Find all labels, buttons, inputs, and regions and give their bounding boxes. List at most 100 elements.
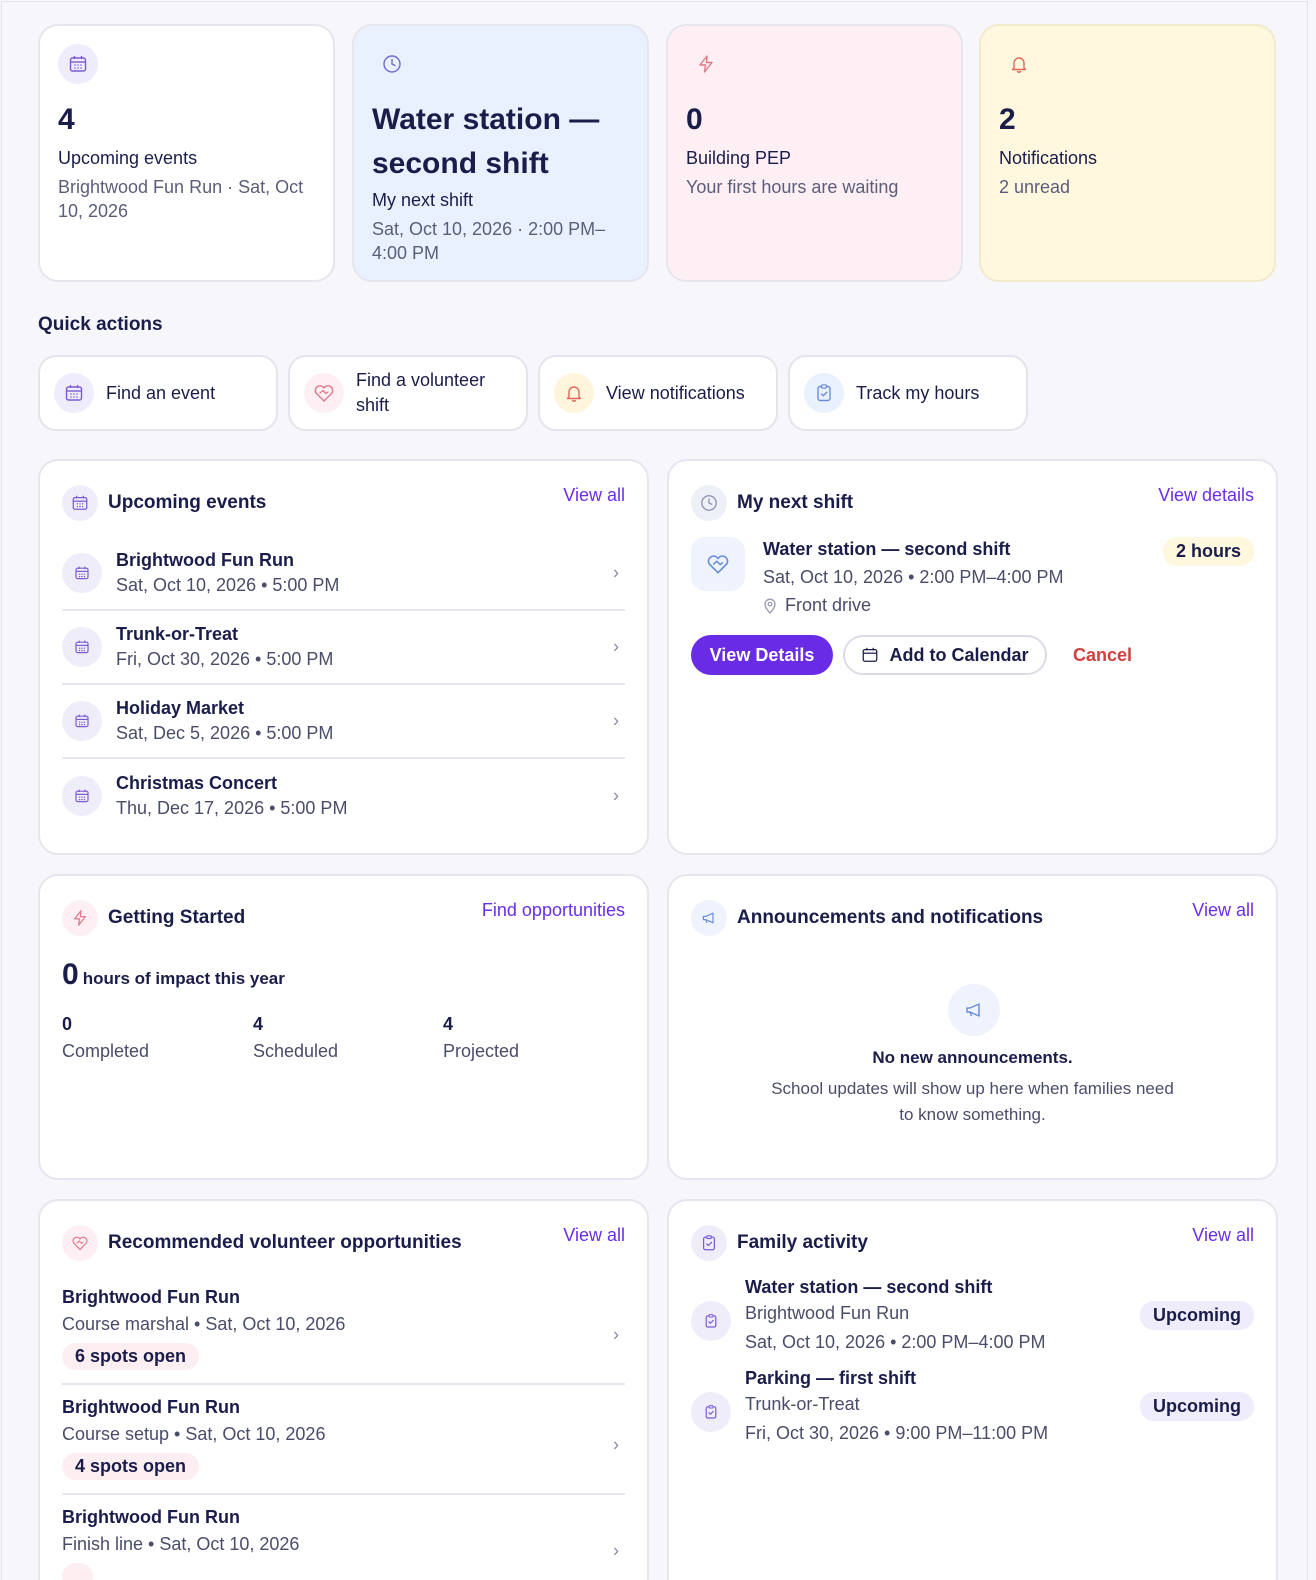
stat-value: 2: [999, 103, 1016, 136]
quick-action-label: View notifications: [606, 382, 745, 403]
opportunity-detail: Course marshal • Sat, Oct 10, 2026: [62, 1314, 346, 1334]
panel-header: Getting Started: [62, 900, 245, 936]
view-all-events-link[interactable]: View all: [563, 485, 625, 506]
heart-handshake-icon: [304, 373, 344, 413]
calendar-icon: [62, 701, 102, 741]
activity-event-name: Trunk-or-Treat: [745, 1394, 860, 1414]
calendar-icon: [62, 553, 102, 593]
find-volunteer-shift-button[interactable]: Find a volunteer shift: [288, 355, 528, 431]
event-row[interactable]: Holiday Market Sat, Dec 5, 2026 • 5:00 PM…: [62, 685, 625, 759]
find-opportunities-link[interactable]: Find opportunities: [482, 900, 625, 921]
event-date: Fri, Oct 30, 2026 • 5:00 PM: [116, 649, 334, 669]
hours-impact: 0 hours of impact this year: [62, 958, 285, 992]
stat-card-notifications[interactable]: 2 Notifications 2 unread: [979, 24, 1276, 282]
chevron-right-icon: ›: [613, 710, 619, 731]
panel-header: Recommended volunteer opportunities: [62, 1225, 462, 1261]
event-date: Sat, Oct 10, 2026 • 5:00 PM: [116, 575, 340, 595]
clock-icon: [372, 44, 412, 84]
stat-label: Building PEP: [686, 148, 792, 168]
getting-started-panel: Getting Started Find opportunities 0 hou…: [38, 874, 649, 1180]
stat-sub: Your first hours are waiting: [686, 177, 899, 197]
find-event-button[interactable]: Find an event: [38, 355, 278, 431]
add-to-calendar-button[interactable]: Add to Calendar: [843, 635, 1047, 675]
event-name: Christmas Concert: [116, 773, 278, 793]
location-text: Front drive: [785, 595, 872, 615]
activity-time: Sat, Oct 10, 2026 • 2:00 PM–4:00 PM: [745, 1332, 1046, 1352]
shift-icon-tile: [691, 537, 745, 591]
spots-badge: 6 spots open: [62, 1343, 200, 1370]
event-row[interactable]: Trunk-or-Treat Fri, Oct 30, 2026 • 5:00 P…: [62, 611, 625, 685]
opportunity-row[interactable]: Brightwood Fun Run Course marshal • Sat,…: [62, 1287, 625, 1385]
view-details-link[interactable]: View details: [1158, 485, 1254, 506]
status-badge: Upcoming: [1140, 1301, 1254, 1330]
stat-label: Completed: [62, 1041, 150, 1061]
activity-row[interactable]: Water station — second shift Brightwood …: [691, 1277, 1254, 1363]
chevron-right-icon: ›: [613, 1324, 619, 1345]
spots-badge: 4 spots open: [62, 1453, 200, 1480]
view-all-family-link[interactable]: View all: [1192, 1225, 1254, 1246]
lightning-icon: [62, 900, 98, 936]
view-notifications-button[interactable]: View notifications: [538, 355, 778, 431]
opportunity-row[interactable]: Brightwood Fun Run Course setup • Sat, O…: [62, 1397, 625, 1495]
stat-card-next-shift[interactable]: Water station — second shift My next shi…: [352, 24, 649, 282]
quick-action-label: Track my hours: [856, 382, 980, 403]
opportunity-name: Brightwood Fun Run: [62, 1287, 240, 1307]
view-all-recommended-link[interactable]: View all: [563, 1225, 625, 1246]
cancel-shift-button[interactable]: Cancel: [1073, 645, 1132, 666]
recommended-panel: Recommended volunteer opportunities View…: [38, 1199, 649, 1580]
panel-title: Announcements and notifications: [737, 907, 1044, 928]
add-to-calendar-label: Add to Calendar: [889, 644, 1029, 665]
panel-title: Upcoming events: [108, 492, 267, 513]
stat-card-building-pep[interactable]: 0 Building PEP Your first hours are wait…: [666, 24, 963, 282]
panel-title: Family activity: [737, 1232, 868, 1253]
event-row[interactable]: Christmas Concert Thu, Dec 17, 2026 • 5:0…: [62, 759, 625, 833]
empty-text: School updates will show up here when fa…: [771, 1079, 1174, 1124]
panel-title: Getting Started: [108, 907, 246, 928]
chevron-right-icon: ›: [613, 785, 619, 806]
stat-label: Scheduled: [253, 1041, 339, 1061]
stat-value: Water station — second shift: [372, 103, 600, 180]
completed-stat: 0 Completed: [62, 1014, 149, 1062]
stat-number: 4: [443, 1014, 454, 1034]
panel-header: Family activity: [691, 1225, 868, 1261]
heart-handshake-icon: [707, 555, 729, 574]
chevron-right-icon: ›: [613, 1434, 619, 1455]
track-hours-button[interactable]: Track my hours: [788, 355, 1028, 431]
event-date: Sat, Dec 5, 2026 • 5:00 PM: [116, 723, 334, 743]
hours-value: 0: [62, 958, 79, 991]
megaphone-icon: [948, 984, 1000, 1036]
scheduled-stat: 4 Scheduled: [253, 1014, 338, 1062]
quick-action-label: Find a volunteer shift: [356, 370, 486, 415]
view-all-announcements-link[interactable]: View all: [1192, 900, 1254, 921]
view-details-button[interactable]: View Details: [691, 635, 833, 675]
calendar-icon: [58, 44, 98, 84]
clock-icon: [691, 485, 727, 521]
event-row[interactable]: Brightwood Fun Run Sat, Oct 10, 2026 • 5:…: [62, 537, 625, 611]
opportunity-row[interactable]: Brightwood Fun Run Finish line • Sat, Oc…: [62, 1507, 625, 1580]
stat-number: 0: [62, 1014, 73, 1034]
quick-action-label: Find an event: [106, 382, 216, 403]
stat-sub: Brightwood Fun Run · Sat, Oct 10, 2026: [58, 177, 304, 221]
clipboard-icon: [691, 1225, 727, 1261]
calendar-icon: [62, 776, 102, 816]
panel-header: My next shift: [691, 485, 853, 521]
clipboard-icon: [691, 1301, 731, 1341]
activity-time: Fri, Oct 30, 2026 • 9:00 PM–11:00 PM: [745, 1423, 1049, 1443]
location-pin-icon: [764, 598, 776, 614]
panel-header: Upcoming events: [62, 485, 266, 521]
stat-label: Projected: [443, 1041, 520, 1061]
family-activity-panel: Family activity View all Water station —…: [667, 1199, 1278, 1580]
event-name: Holiday Market: [116, 698, 245, 718]
activity-row[interactable]: Parking — first shift Trunk-or-Treat Fri…: [691, 1368, 1254, 1454]
panel-title: Recommended volunteer opportunities: [108, 1232, 462, 1253]
stat-card-upcoming-events[interactable]: 4 Upcoming events Brightwood Fun Run · S…: [38, 24, 335, 282]
hours-badge: 2 hours: [1162, 537, 1254, 566]
stat-label: My next shift: [372, 190, 474, 210]
activity-event-name: Brightwood Fun Run: [745, 1303, 910, 1323]
megaphone-icon: [691, 900, 727, 936]
spots-badge: [62, 1563, 94, 1580]
panel-header: Announcements and notifications: [691, 900, 1043, 936]
upcoming-events-panel: Upcoming events View all Brightwood Fun …: [38, 459, 649, 855]
stat-value: 0: [686, 103, 703, 136]
chevron-right-icon: ›: [613, 562, 619, 583]
